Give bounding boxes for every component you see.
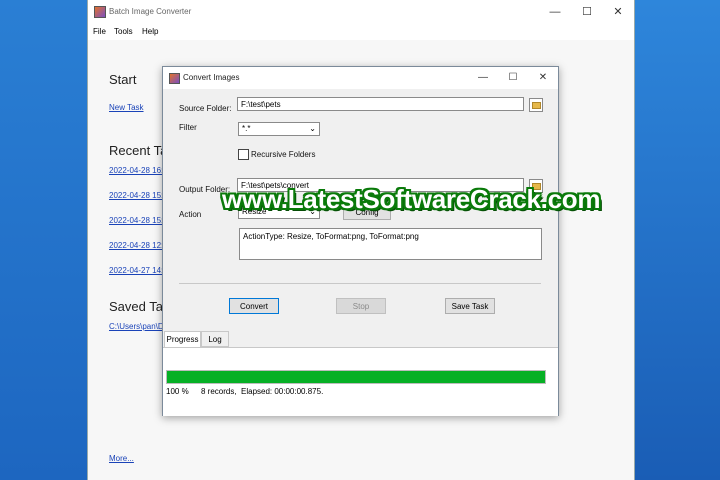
records-count: 8 records,	[201, 387, 237, 396]
minimize-button[interactable]: —	[540, 0, 570, 24]
filter-select[interactable]: *.* ⌄	[238, 122, 320, 136]
save-task-button[interactable]: Save Task	[445, 298, 495, 314]
dialog-titlebar: Convert Images — ☐ ✕	[163, 67, 558, 89]
saved-tasks-heading: Saved Tas	[109, 299, 170, 314]
progress-percent: 100 %	[166, 387, 189, 396]
recent-task-link[interactable]: 2022-04-28 15:5	[109, 191, 168, 200]
recent-task-link[interactable]: 2022-04-28 16:2	[109, 166, 168, 175]
progress-panel: 100 % 8 records, Elapsed: 00:00:00.875.	[163, 347, 558, 416]
filter-value: *.*	[242, 124, 251, 133]
source-folder-input[interactable]: F:\test\pets	[237, 97, 524, 111]
close-button[interactable]: ✕	[603, 0, 633, 24]
filter-label: Filter	[179, 123, 197, 132]
recursive-folders-label: Recursive Folders	[251, 150, 316, 159]
start-heading: Start	[109, 72, 137, 87]
maximize-button[interactable]: ☐	[572, 0, 602, 24]
source-folder-label: Source Folder:	[179, 104, 232, 113]
main-titlebar: Batch Image Converter — ☐ ✕	[88, 0, 634, 24]
tab-log[interactable]: Log	[201, 331, 229, 347]
source-folder-browse-button[interactable]	[529, 98, 543, 112]
convert-button[interactable]: Convert	[229, 298, 279, 314]
saved-task-link[interactable]: C:\Users\pan\D	[109, 322, 164, 331]
stop-button[interactable]: Stop	[336, 298, 386, 314]
elapsed-time: Elapsed: 00:00:00.875.	[241, 387, 324, 396]
action-label: Action	[179, 210, 202, 219]
new-task-link[interactable]: New Task	[109, 103, 144, 112]
menu-bar: File Tools Help	[88, 24, 634, 40]
convert-images-dialog: Convert Images — ☐ ✕ Source Folder: F:\t…	[162, 66, 559, 416]
dialog-close-button[interactable]: ✕	[529, 67, 557, 89]
menu-file[interactable]: File	[93, 27, 106, 36]
window-title: Batch Image Converter	[109, 7, 192, 16]
folder-icon	[532, 102, 541, 109]
chevron-down-icon: ⌄	[309, 124, 316, 133]
recent-task-link[interactable]: 2022-04-28 12:1	[109, 241, 168, 250]
dialog-minimize-button[interactable]: —	[469, 67, 497, 89]
dialog-app-icon	[169, 73, 180, 84]
recent-task-link[interactable]: 2022-04-28 15:5	[109, 216, 168, 225]
progress-bar	[166, 370, 546, 384]
app-icon	[94, 6, 106, 18]
recursive-folders-checkbox[interactable]	[238, 149, 249, 160]
menu-tools[interactable]: Tools	[114, 27, 133, 36]
watermark-text: www.LatestSoftwareCrack.com	[222, 184, 601, 214]
dialog-title: Convert Images	[183, 73, 240, 82]
progress-bar-fill	[167, 371, 545, 383]
recent-task-link[interactable]: 2022-04-27 14:5	[109, 266, 168, 275]
desktop-background-left	[0, 0, 87, 480]
menu-help[interactable]: Help	[142, 27, 158, 36]
more-link[interactable]: More...	[109, 454, 134, 463]
desktop-background-right	[633, 0, 720, 480]
tab-progress[interactable]: Progress	[164, 331, 201, 347]
dialog-maximize-button[interactable]: ☐	[499, 67, 527, 89]
action-summary-box: ActionType: Resize, ToFormat:png, ToForm…	[239, 228, 542, 260]
dialog-separator	[179, 283, 541, 284]
